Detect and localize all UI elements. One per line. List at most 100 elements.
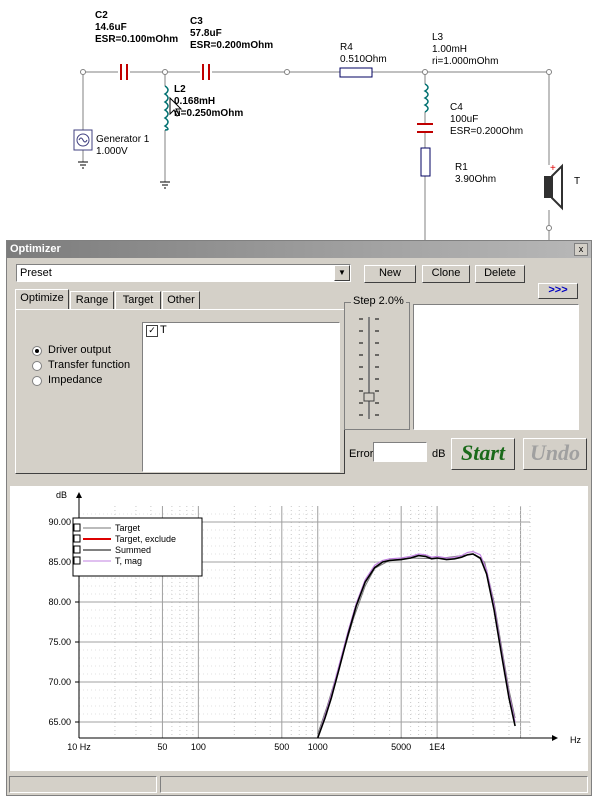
l2-label: L2 0.168mH ri=0.250mOhm	[174, 84, 243, 120]
y-tick-label: 85.00	[48, 557, 71, 567]
close-button[interactable]: x	[574, 243, 588, 256]
x-axis-arrow	[552, 735, 558, 741]
tab-other[interactable]: Other	[162, 291, 200, 310]
start-button[interactable]: Start	[451, 438, 515, 470]
l2-name: L2	[174, 84, 186, 95]
l3-ri: ri=1.000mOhm	[432, 56, 499, 67]
radio-transfer-function-label: Transfer function	[48, 359, 131, 371]
title-bar[interactable]: Optimizer x	[7, 241, 591, 258]
radio-transfer-function[interactable]	[32, 361, 42, 371]
l3-name: L3	[432, 32, 444, 43]
driver-list[interactable]: ✓ T	[142, 322, 340, 472]
error-field	[373, 442, 427, 462]
clone-button[interactable]: Clone	[422, 265, 470, 283]
tab-optimize[interactable]: Optimize	[15, 289, 69, 310]
r4-label: R4 0.510Ohm	[340, 42, 387, 66]
x-tick-label: 5000	[391, 742, 411, 752]
x-tick-label: 1000	[308, 742, 328, 752]
new-button[interactable]: New	[364, 265, 416, 283]
l3-value: 1.00mH	[432, 44, 468, 55]
x-axis-label: Hz	[570, 735, 581, 745]
r1-name: R1	[455, 162, 468, 173]
expand-button[interactable]: >>>	[538, 283, 578, 299]
status-pane-1	[9, 776, 157, 793]
c3-name: C3	[190, 16, 203, 27]
l2-ri: ri=0.250mOhm	[174, 108, 244, 119]
legend-entry: Target	[115, 523, 141, 533]
generator-symbol[interactable]	[73, 129, 93, 151]
r4-name: R4	[340, 42, 353, 53]
c3-value: 57.8uF	[190, 28, 222, 39]
legend-checkbox	[73, 534, 81, 543]
undo-button[interactable]: Undo	[523, 438, 587, 470]
r1-label: R1 3.90Ohm	[455, 162, 496, 186]
optimizer-window: Optimizer x Preset ▼ New Clone Delete >>…	[6, 240, 592, 796]
legend-entry: Summed	[115, 545, 151, 555]
chart-svg: 90.00 85.00 80.00 75.00 70.00 65.00 10 Hz 50 100…	[48, 490, 581, 752]
results-list[interactable]	[413, 304, 579, 430]
step-group: Step 2.0%	[344, 295, 410, 430]
delete-button[interactable]: Delete	[475, 265, 525, 283]
speaker-t-symbol[interactable]: +	[544, 163, 563, 211]
capacitor-c3-symbol[interactable]	[202, 64, 210, 80]
tab-target[interactable]: Target	[115, 291, 161, 310]
l2-value: 0.168mH	[174, 96, 216, 107]
c3-esr: ESR=0.200mOhm	[190, 40, 274, 51]
series-line-target	[317, 553, 516, 735]
c2-name: C2	[95, 10, 108, 21]
x-tick-label: 100	[191, 742, 206, 752]
slider-thumb	[363, 392, 375, 402]
y-tick-label: 70.00	[48, 677, 71, 687]
capacitor-c2-symbol[interactable]	[120, 64, 128, 80]
c3-label: C3 57.8uF ESR=0.200mOhm	[190, 16, 273, 52]
x-tick-label: 10 Hz	[67, 742, 91, 752]
r4-value: 0.510Ohm	[340, 54, 387, 65]
error-unit: dB	[432, 448, 446, 460]
c2-label: C2 14.6uF ESR=0.100mOhm	[95, 10, 178, 46]
generator-label: Generator 1 1.000V	[96, 134, 149, 158]
resistor-r1-symbol[interactable]	[420, 147, 431, 177]
driver-item-label: T	[160, 324, 167, 336]
capacitor-c4-symbol[interactable]	[417, 123, 433, 133]
tab-range[interactable]: Range	[70, 291, 114, 310]
status-pane-2	[160, 776, 588, 793]
c4-name: C4	[450, 102, 463, 113]
chevron-down-icon[interactable]: ▼	[334, 265, 350, 281]
speaker-label: T	[574, 176, 581, 187]
legend-checkbox	[73, 545, 81, 554]
radio-impedance[interactable]	[32, 376, 42, 386]
error-label: Error	[349, 448, 374, 460]
series-line-summed	[316, 553, 516, 739]
generator-value: 1.000V	[96, 146, 128, 157]
y-tick-label: 65.00	[48, 717, 71, 727]
c4-label: C4 100uF ESR=0.200Ohm	[450, 102, 523, 138]
inductor-l2-symbol[interactable]	[163, 85, 169, 131]
radio-driver-output-label: Driver output	[48, 344, 111, 356]
step-slider[interactable]	[351, 313, 391, 423]
status-bar	[7, 774, 591, 795]
x-tick-label: 500	[274, 742, 289, 752]
ground-icon	[160, 181, 170, 189]
y-axis-arrow	[76, 492, 82, 498]
svg-text:+: +	[550, 163, 556, 174]
x-tick-label: 1E4	[429, 742, 445, 752]
window-title: Optimizer	[10, 243, 61, 255]
y-tick-label: 90.00	[48, 517, 71, 527]
radio-impedance-label: Impedance	[48, 374, 103, 386]
series-line-t-mag	[317, 550, 516, 739]
c4-esr: ESR=0.200Ohm	[450, 126, 524, 137]
legend-entry: T, mag	[115, 556, 142, 566]
resistor-r4-symbol[interactable]	[339, 67, 373, 78]
c4-value: 100uF	[450, 114, 479, 125]
radio-driver-output[interactable]	[32, 346, 42, 356]
generator-name: Generator 1	[96, 134, 150, 145]
x-tick-label: 50	[157, 742, 167, 752]
preset-select[interactable]: Preset ▼	[16, 264, 351, 282]
inductor-l3-symbol[interactable]	[423, 83, 429, 113]
frequency-response-chart[interactable]: 90.00 85.00 80.00 75.00 70.00 65.00 10 Hz 50 100…	[10, 486, 588, 771]
y-tick-label: 75.00	[48, 637, 71, 647]
y-tick-label: 80.00	[48, 597, 71, 607]
r1-value: 3.90Ohm	[455, 174, 497, 185]
driver-checkbox[interactable]: ✓	[146, 325, 158, 337]
legend-checkbox	[73, 556, 81, 565]
